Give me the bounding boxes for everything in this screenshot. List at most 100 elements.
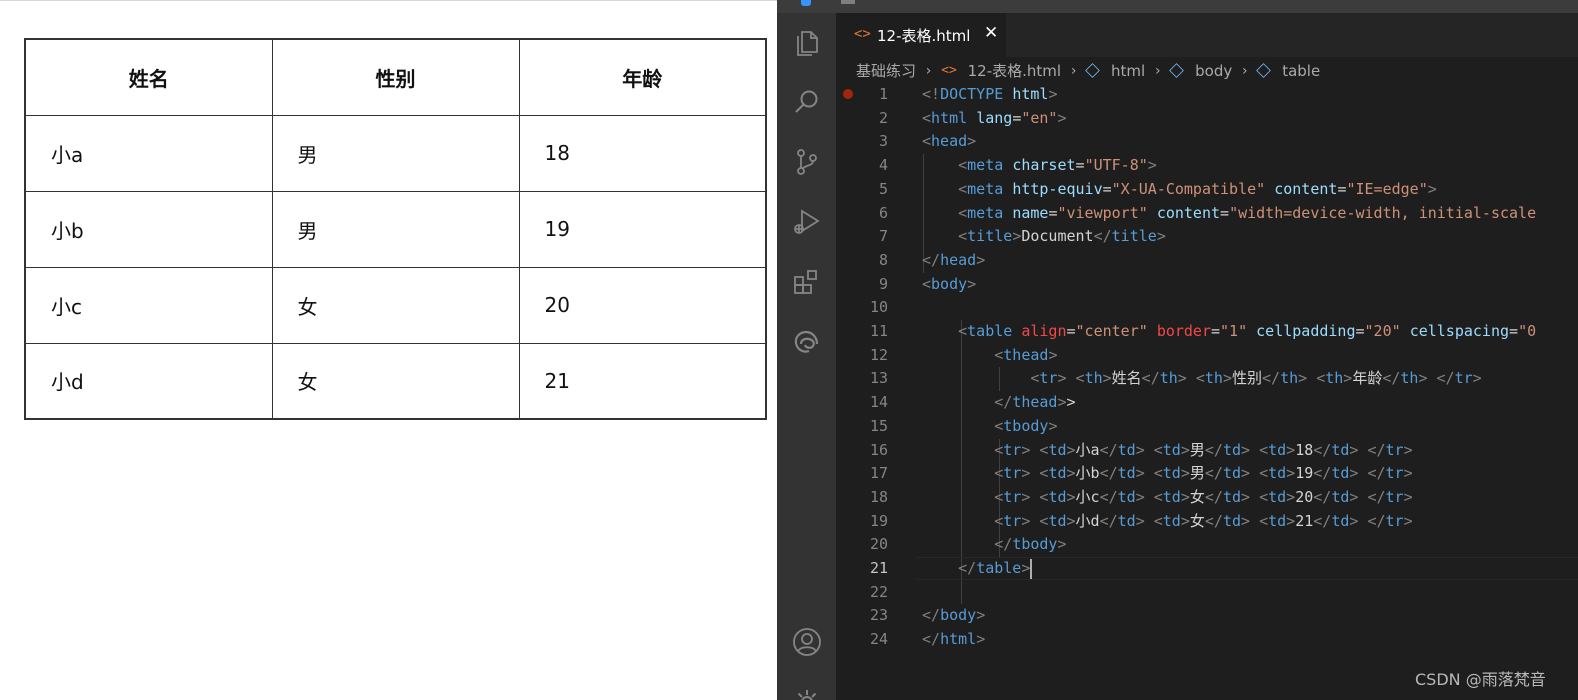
line-number: 16 [869,440,888,459]
code-token: > [1403,440,1413,459]
code-text: <!DOCTYPE html> [922,83,1057,107]
code-token: td [1117,511,1136,530]
code-token: tr [1003,511,1022,530]
code-line[interactable]: 7 <title>Document</title> [777,225,1578,249]
explorer-icon[interactable] [791,26,823,58]
code-text: <meta charset="UTF-8"> [922,154,1157,178]
code-token: > [1066,440,1076,459]
html-file-icon: <> [854,26,871,42]
code-token: < [1153,464,1163,483]
cell-gender: 男 [271,114,520,192]
cell-name: 小b [24,190,273,268]
code-token: title [1111,227,1157,246]
line-number: 5 [878,179,888,198]
chevron-right-icon: › [1154,62,1161,79]
code-token: tr [1003,464,1022,483]
code-token: > [967,132,977,151]
code-token: 女 [1189,487,1205,506]
code-token: < [1259,511,1269,530]
breadcrumb-table[interactable]: table [1282,62,1320,80]
code-token: > [1403,511,1413,530]
code-line[interactable]: 24 </html> [777,628,1578,652]
code-token: "en" [1021,108,1058,127]
code-line[interactable]: 16 <tr> <td>小a</td> <td>男</td> <td>18</t… [777,439,1578,463]
line-number: 2 [878,108,888,127]
code-line[interactable]: 20 </tbody> [777,533,1578,557]
code-token: table [967,322,1013,340]
code-token: < [1259,440,1269,459]
code-token: 小b [1075,464,1100,483]
breadcrumb-file[interactable]: 12-表格.html [968,60,1061,81]
code-line[interactable]: 11 <table align="center" border="1" cell… [777,320,1578,344]
code-token: td [1331,440,1350,459]
code-token: > [1286,511,1296,530]
code-token: thead [1003,345,1049,364]
breadcrumb-html[interactable]: html [1111,62,1145,80]
chevron-right-icon: › [1242,62,1248,79]
code-line[interactable]: 10 [777,296,1578,320]
code-token: > [1048,85,1058,103]
code-token: tr [1003,440,1022,459]
code-token: td [1331,464,1350,483]
code-line[interactable]: 9 <body> [777,273,1578,297]
code-line[interactable]: 18 <tr> <td>小c</td> <td>女</td> <td>20</t… [777,486,1578,510]
code-text: </html> [922,628,985,652]
breadcrumb-folder[interactable]: 基础练习 [856,60,916,81]
tab-12-table-html[interactable]: <> 12-表格.html ✕ [836,13,1006,57]
code-token: th [1084,369,1103,388]
settings-gear-icon[interactable] [791,686,823,700]
code-token: > [1135,487,1145,506]
preview-table: 姓名 性别 年龄 小a 男 18 小b 男 19 小c 女 20 小d 女 21 [24,38,767,420]
menu-icon[interactable] [841,0,855,4]
code-token: = [1509,322,1519,340]
code-token: 小a [1075,440,1100,459]
code-token: > [1057,108,1067,127]
code-token: </ [1436,369,1455,388]
code-line[interactable]: 14 </thead>> [777,391,1578,415]
code-line[interactable]: 21 </table> [777,557,1578,581]
code-line[interactable]: 2 <html lang="en"> [777,107,1578,131]
code-line[interactable]: 1 <!DOCTYPE html> [777,83,1578,107]
close-icon[interactable]: ✕ [984,23,998,43]
code-text: <table align="center" border="1" cellpad… [922,320,1536,344]
code-text: <tbody> [922,415,1057,439]
code-token: </ [994,393,1013,412]
header-name: 姓名 [24,38,273,116]
code-line[interactable]: 15 <tbody> [777,415,1578,439]
code-line[interactable]: 8 </head> [777,249,1578,273]
code-token: th [1204,369,1223,388]
line-number: 21 [869,559,888,577]
code-token: </ [1367,511,1386,530]
code-line[interactable]: 13 <tr> <th>姓名</th> <th>性别</th> <th>年龄</… [777,367,1578,391]
code-line[interactable]: 12 <thead> [777,344,1578,368]
code-token: "IE=edge" [1346,179,1428,198]
code-line[interactable]: 5 <meta http-equiv="X-UA-Compatible" con… [777,178,1578,202]
code-token: > [1403,464,1413,483]
code-token: < [1153,511,1163,530]
code-line[interactable]: 19 <tr> <td>小d</td> <td>女</td> <td>21</t… [777,510,1578,534]
code-token: > [1241,440,1251,459]
code-text: </tbody> [922,533,1067,557]
code-token: = [1102,179,1112,198]
code-token: td [1162,487,1181,506]
code-token: > [1180,511,1190,530]
code-line[interactable]: 17 <tr> <td>小b</td> <td>男</td> <td>19</t… [777,462,1578,486]
cell-gender: 女 [271,266,520,344]
code-token: > [1180,464,1190,483]
code-line[interactable]: 4 <meta charset="UTF-8"> [777,154,1578,178]
line-number: 13 [869,369,888,388]
code-line[interactable]: 6 <meta name="viewport" content="width=d… [777,202,1578,226]
code-line[interactable]: 3 <head> [777,130,1578,154]
code-line[interactable]: 23 </body> [777,604,1578,628]
code-editor: <> 12-表格.html ✕ 基础练习 › <> 12-表格.html › h… [777,0,1578,700]
cell-age: 18 [518,114,767,192]
breadcrumb-body[interactable]: body [1195,62,1232,80]
code-line[interactable]: 22 [777,581,1578,605]
code-token: </ [1204,487,1223,506]
code-token: align [1021,322,1067,340]
code-token: > [1057,535,1067,554]
